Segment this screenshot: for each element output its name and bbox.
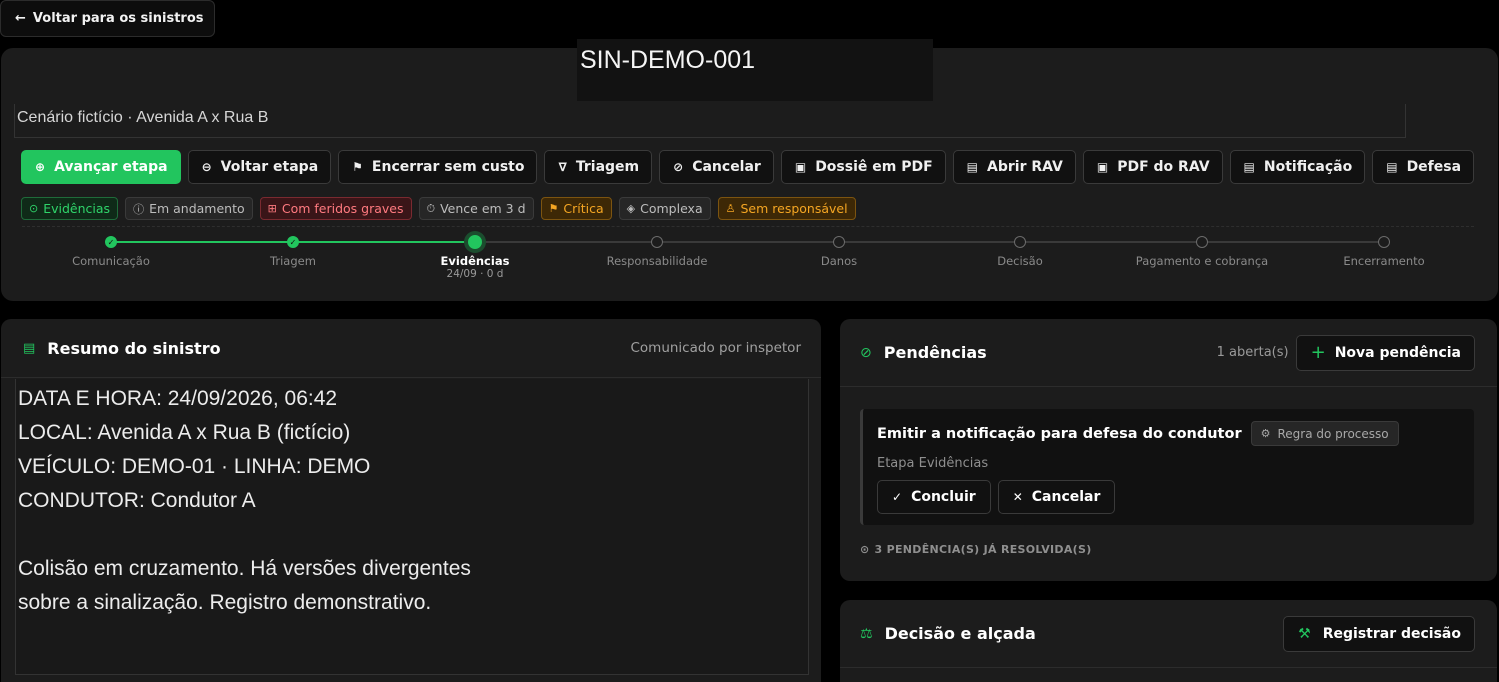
info-icon: ⓘ bbox=[133, 202, 145, 216]
cancel-task-button[interactable]: ✕ Cancelar bbox=[997, 480, 1116, 514]
previous-step-button[interactable]: ⊖ Voltar etapa bbox=[187, 150, 332, 184]
ban-icon: ⊘ bbox=[673, 160, 684, 174]
claim-id-title: SIN-DEMO-001 bbox=[577, 39, 933, 101]
gear-icon: ⚙ bbox=[1260, 427, 1271, 440]
decision-title: Decisão e alçada bbox=[884, 624, 1036, 643]
document-icon: ▤ bbox=[23, 340, 36, 356]
filter-icon: ∇ bbox=[558, 160, 567, 174]
current-step-icon bbox=[468, 235, 482, 249]
step-comunicacao[interactable]: ✓ Comunicação bbox=[21, 236, 201, 268]
check-icon: ✓ bbox=[105, 236, 117, 248]
step-danos[interactable]: Danos bbox=[749, 236, 929, 268]
complexity-badge: ◈ Complexa bbox=[618, 197, 711, 220]
arrow-left-icon: ← bbox=[15, 11, 26, 26]
defense-button[interactable]: ▤ Defesa bbox=[1372, 150, 1475, 184]
close-icon: ✕ bbox=[1012, 490, 1023, 504]
summary-text: DATA E HORA: 24/09/2026, 06:42 LOCAL: Av… bbox=[15, 379, 809, 675]
status-badge: ⓘ Em andamento bbox=[125, 197, 253, 220]
gavel-icon: ⚒ bbox=[1298, 625, 1311, 642]
check-icon: ✓ bbox=[892, 490, 903, 504]
circle-icon bbox=[1378, 236, 1390, 248]
users-icon: ♙ bbox=[725, 202, 736, 215]
circle-icon bbox=[1196, 236, 1208, 248]
medical-cross-icon: ⊞ bbox=[267, 202, 277, 215]
pending-count: 1 aberta(s) bbox=[1216, 345, 1289, 360]
step-decisao[interactable]: Decisão bbox=[930, 236, 1110, 268]
stage-badge: ⊙ Evidências bbox=[21, 197, 119, 220]
cancel-claim-button[interactable]: ⊘ Cancelar bbox=[659, 150, 774, 184]
scenario-text: Cenário fictício · Avenida A x Rua B bbox=[14, 104, 1406, 138]
injuries-badge: ⊞ Com feridos graves bbox=[259, 197, 412, 220]
document-icon: ▤ bbox=[1386, 160, 1398, 174]
claim-summary-card: ▤ Resumo do sinistro Comunicado por insp… bbox=[1, 319, 821, 682]
flag-icon: ⚑ bbox=[548, 202, 559, 215]
advance-step-button[interactable]: ⊕ Avançar etapa bbox=[21, 150, 181, 184]
pending-task-item: Emitir a notificação para defesa do cond… bbox=[860, 409, 1474, 525]
document-icon: ▤ bbox=[1243, 160, 1255, 174]
circle-icon bbox=[651, 236, 663, 248]
owner-badge: ♙ Sem responsável bbox=[717, 197, 856, 220]
layers-icon: ◈ bbox=[626, 202, 636, 215]
step-triagem[interactable]: ✓ Triagem bbox=[203, 236, 383, 268]
pending-tasks-card: ⊘ Pendências 1 aberta(s) + Nova pendênci… bbox=[840, 319, 1497, 581]
resolved-tasks-toggle[interactable]: ⊙ 3 PENDÊNCIA(S) JÁ RESOLVIDA(S) bbox=[860, 543, 1092, 556]
arrow-circle-icon: ⊕ bbox=[35, 160, 46, 174]
back-label: Voltar para os sinistros bbox=[32, 11, 204, 26]
summary-reporter: Comunicado por inspetor bbox=[630, 340, 801, 356]
step-encerramento[interactable]: Encerramento bbox=[1294, 236, 1474, 268]
summary-header: ▤ Resumo do sinistro Comunicado por insp… bbox=[1, 319, 821, 378]
history-icon: ⊙ bbox=[860, 543, 870, 556]
step-pagamento[interactable]: Pagamento e cobrança bbox=[1112, 236, 1292, 268]
plus-icon: + bbox=[1310, 342, 1326, 363]
register-decision-button[interactable]: ⚒ Registrar decisão bbox=[1283, 615, 1475, 652]
action-toolbar: ⊕ Avançar etapa ⊖ Voltar etapa ⚑ Encerrar s… bbox=[21, 150, 1475, 184]
task-title: Emitir a notificação para defesa do cond… bbox=[877, 425, 1242, 442]
pdf-icon: ▣ bbox=[1096, 160, 1109, 174]
timer-icon: ⏱ bbox=[426, 201, 436, 215]
pending-title: Pendências bbox=[883, 343, 987, 362]
flag-icon: ⚑ bbox=[352, 160, 363, 174]
pdf-icon: ▣ bbox=[794, 160, 807, 174]
status-badges: ⊙ Evidências ⓘ Em andamento ⊞ Com feridos g… bbox=[21, 197, 856, 220]
decision-header: ⚖ Decisão e alçada ⚒ Registrar decisão bbox=[840, 600, 1497, 668]
check-circle-icon: ⊙ bbox=[29, 202, 39, 215]
summary-title: Resumo do sinistro bbox=[47, 338, 221, 358]
task-stage: Etapa Evidências bbox=[877, 456, 989, 471]
circle-icon bbox=[833, 236, 845, 248]
check-icon: ✓ bbox=[287, 236, 299, 248]
priority-badge: ⚑ Crítica bbox=[540, 197, 612, 220]
rav-pdf-button[interactable]: ▣ PDF do RAV bbox=[1082, 150, 1223, 184]
document-icon: ▤ bbox=[966, 160, 979, 174]
notification-button[interactable]: ▤ Notificação bbox=[1229, 150, 1366, 184]
rule-badge: ⚙ Regra do processo bbox=[1250, 421, 1399, 446]
step-evidencias[interactable]: Evidências 24/09 · 0 d bbox=[385, 235, 565, 280]
conclude-task-button[interactable]: ✓ Concluir bbox=[877, 480, 991, 514]
divider bbox=[22, 226, 1474, 227]
open-rav-button[interactable]: ▤ Abrir RAV bbox=[952, 150, 1076, 184]
due-badge: ⏱ Vence em 3 d bbox=[418, 197, 534, 220]
circle-icon bbox=[1014, 236, 1026, 248]
step-date: 24/09 · 0 d bbox=[446, 268, 504, 280]
new-pending-button[interactable]: + Nova pendência bbox=[1295, 334, 1475, 371]
back-to-claims-button[interactable]: ← Voltar para os sinistros bbox=[0, 0, 215, 37]
back-circle-icon: ⊖ bbox=[201, 160, 212, 174]
dossier-pdf-button[interactable]: ▣ Dossiê em PDF bbox=[780, 150, 946, 184]
step-responsabilidade[interactable]: Responsabilidade bbox=[567, 236, 747, 268]
pending-header: ⊘ Pendências 1 aberta(s) + Nova pendênci… bbox=[840, 319, 1497, 387]
scale-icon: ⚖ bbox=[860, 625, 873, 642]
close-without-cost-button[interactable]: ⚑ Encerrar sem custo bbox=[338, 150, 538, 184]
decision-card: ⚖ Decisão e alçada ⚒ Registrar decisão bbox=[840, 600, 1497, 682]
triage-button[interactable]: ∇ Triagem bbox=[544, 150, 653, 184]
check-circle-icon: ⊘ bbox=[860, 344, 872, 361]
